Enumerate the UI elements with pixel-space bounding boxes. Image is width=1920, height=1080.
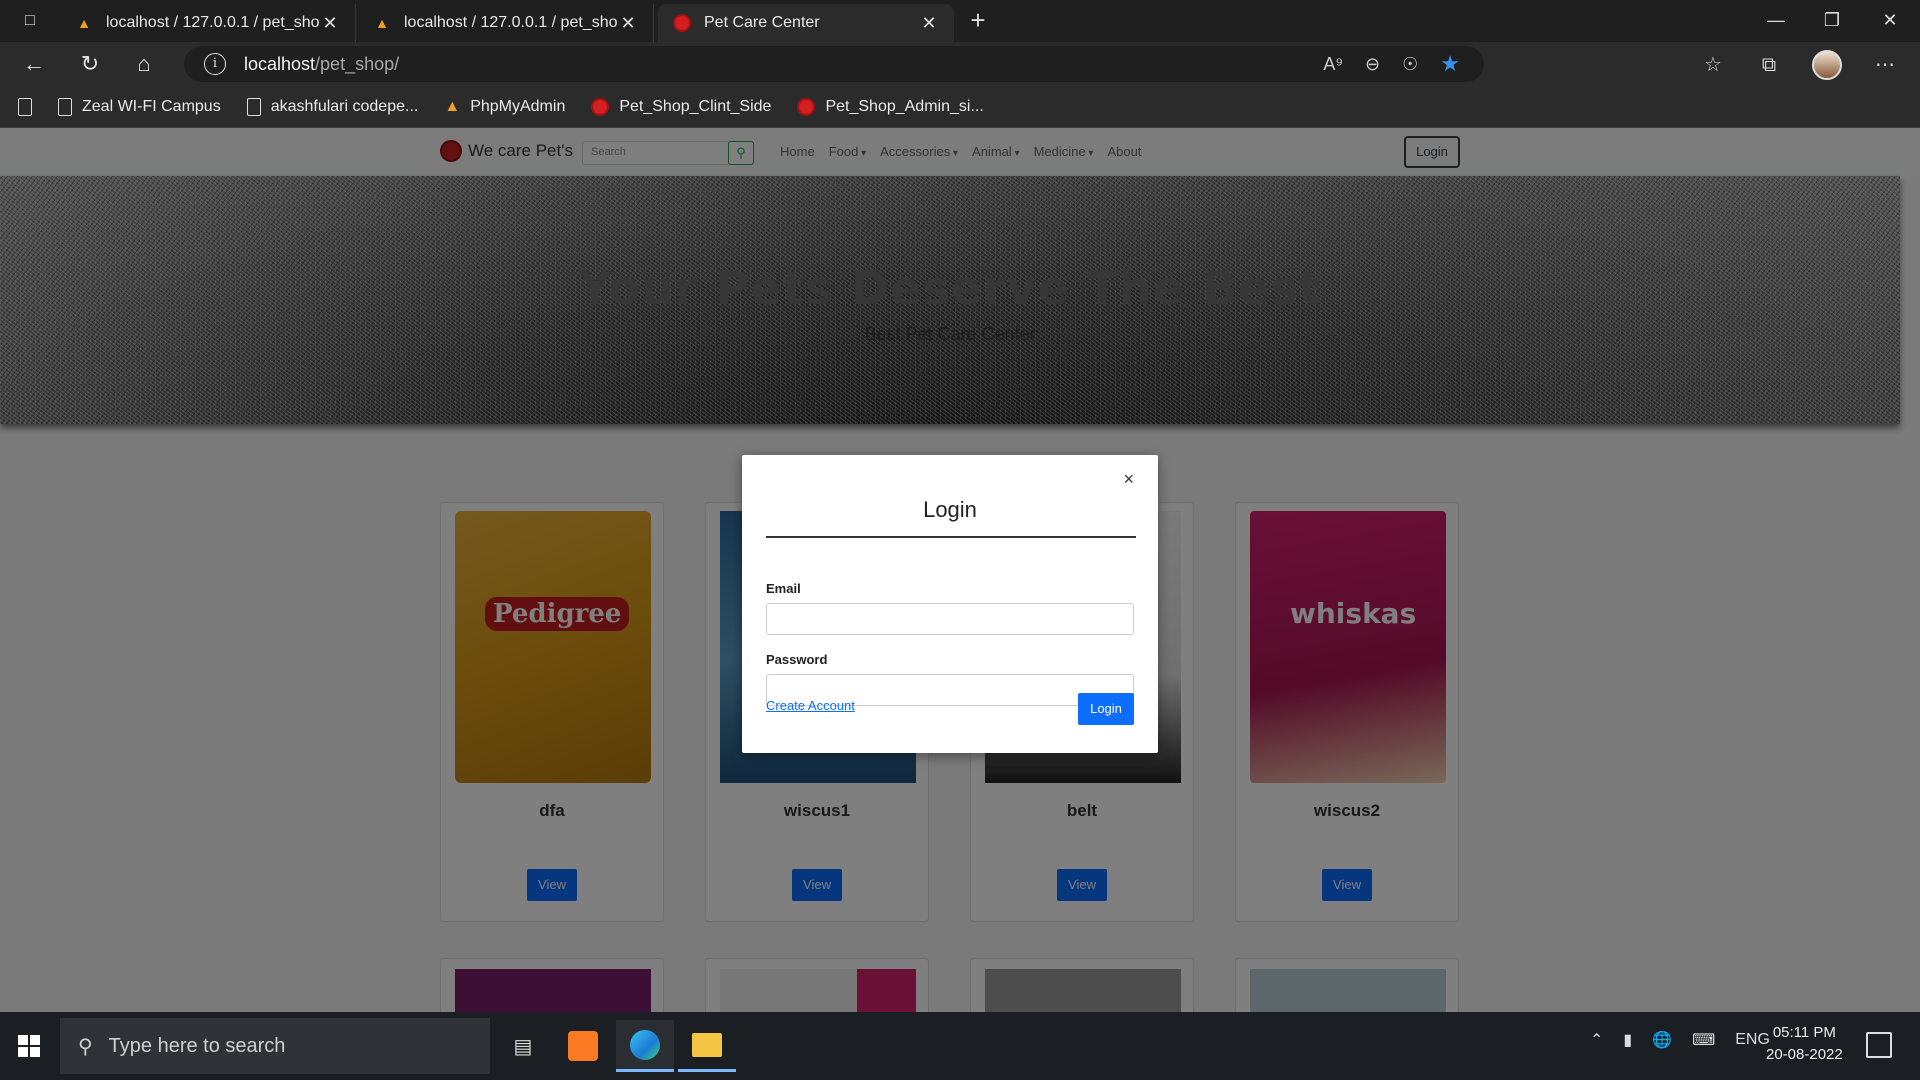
bookmark-item[interactable]: Zeal WI-FI Campus	[58, 97, 221, 116]
profile-avatar[interactable]	[1812, 50, 1842, 80]
windows-start-icon[interactable]	[10, 1024, 50, 1068]
bookmark-label: Zeal WI-FI Campus	[82, 97, 221, 115]
favorites-icon[interactable]: ☆	[1696, 50, 1730, 80]
system-tray: ⌃ ▮ 🌐 ⌨ ENG	[1590, 1030, 1770, 1050]
file-explorer-icon[interactable]	[678, 1020, 736, 1072]
keyboard-icon[interactable]: ⌨	[1692, 1030, 1715, 1050]
more-menu-icon[interactable]: ⋯	[1868, 50, 1902, 80]
battery-icon[interactable]: ▮	[1623, 1030, 1632, 1050]
bookmark-label: Pet_Shop_Clint_Side	[619, 97, 772, 115]
language-indicator[interactable]: ENG	[1735, 1031, 1770, 1049]
browser-tab-2[interactable]: ▲ localhost / 127.0.0.1 / pet_shop_ ✕	[358, 4, 654, 42]
site-info-icon[interactable]: i	[204, 53, 226, 75]
taskbar-search-placeholder: Type here to search	[108, 1034, 286, 1057]
bookmark-item[interactable]: akashfulari codepe...	[246, 97, 419, 116]
windows-taskbar: ⚲ Type here to search ▤ ⌃ ▮ 🌐 ⌨ ENG 05:1…	[0, 1012, 1920, 1080]
email-label: Email	[766, 581, 801, 596]
login-modal: × Login Email Password Create Account Lo…	[742, 455, 1158, 753]
restore-button[interactable]: ❐	[1804, 0, 1860, 40]
tracking-prevention-icon[interactable]: ☉	[1402, 54, 1418, 75]
home-icon[interactable]: ⌂	[126, 48, 162, 80]
bookmark-label: PhpMyAdmin	[470, 97, 566, 115]
new-tab-button[interactable]: +	[962, 6, 994, 36]
bookmarks-bar: Zeal WI-FI Campus akashfulari codepe... …	[0, 86, 1920, 128]
globe-network-icon[interactable]: 🌐	[1652, 1030, 1672, 1050]
bookmark-item[interactable]: Pet_Shop_Clint_Side	[591, 97, 772, 116]
tab-close-icon[interactable]: ✕	[617, 13, 639, 34]
pet-shop-icon	[797, 97, 816, 116]
login-submit-button[interactable]: Login	[1078, 693, 1134, 725]
tab-title: localhost / 127.0.0.1 / pet_shop_	[106, 14, 319, 31]
task-view-icon[interactable]: ▤	[494, 1020, 552, 1072]
create-account-link[interactable]: Create Account	[766, 698, 855, 713]
minimize-button[interactable]: —	[1748, 0, 1804, 40]
favorite-star-icon[interactable]: ★	[1440, 51, 1460, 77]
phpmyadmin-icon: ▲	[77, 15, 91, 31]
password-label: Password	[766, 652, 828, 667]
bookmark-label: Pet_Shop_Admin_si...	[825, 97, 984, 115]
bookmark-item[interactable]: Pet_Shop_Admin_si...	[797, 97, 984, 116]
browser-tab-3-active[interactable]: Pet Care Center ✕	[658, 4, 954, 42]
pet-shop-icon	[591, 97, 610, 116]
browser-tab-bar: □ ▲ localhost / 127.0.0.1 / pet_shop_ ✕ …	[0, 0, 1920, 42]
divider	[766, 536, 1136, 538]
phpmyadmin-icon: ▲	[444, 97, 461, 115]
url-host: localhost	[244, 53, 316, 74]
close-window-button[interactable]: ✕	[1862, 0, 1918, 40]
edge-browser-icon[interactable]	[616, 1020, 674, 1072]
tab-close-icon[interactable]: ✕	[319, 13, 341, 34]
address-bar[interactable]: i localhost /pet_shop/ A⁹ ⊖ ☉ ★	[184, 46, 1484, 82]
taskbar-clock[interactable]: 05:11 PM 20-08-2022	[1766, 1022, 1843, 1066]
phpmyadmin-icon: ▲	[375, 15, 389, 31]
browser-toolbar: ← ↻ ⌂ i localhost /pet_shop/ A⁹ ⊖ ☉ ★ ☆ …	[0, 42, 1920, 86]
clock-time: 05:11 PM	[1772, 1024, 1836, 1041]
email-field[interactable]	[766, 603, 1134, 635]
close-icon[interactable]: ×	[1123, 469, 1134, 490]
tab-close-icon[interactable]: ✕	[918, 13, 940, 34]
page-icon[interactable]	[18, 97, 32, 116]
browser-tab-1[interactable]: ▲ localhost / 127.0.0.1 / pet_shop_ ✕	[60, 4, 356, 42]
tab-actions-icon[interactable]: □	[14, 8, 46, 34]
xampp-icon[interactable]	[554, 1020, 612, 1072]
chevron-up-icon[interactable]: ⌃	[1590, 1030, 1603, 1050]
read-aloud-icon[interactable]: A⁹	[1323, 54, 1343, 75]
page-icon	[246, 97, 261, 116]
address-bar-actions: A⁹ ⊖ ☉ ★	[1323, 46, 1460, 82]
page-viewport: We care Pet's Search ⚲ Home Food Accesso…	[0, 128, 1920, 1012]
collections-icon[interactable]: ⧉	[1752, 50, 1786, 80]
notification-center-icon[interactable]	[1866, 1032, 1892, 1058]
pet-shop-icon	[672, 14, 692, 32]
search-icon: ⚲	[78, 1035, 93, 1058]
zoom-out-icon[interactable]: ⊖	[1365, 54, 1380, 75]
back-arrow-icon[interactable]: ←	[16, 48, 52, 80]
taskbar-search-input[interactable]: ⚲ Type here to search	[60, 1018, 490, 1074]
url-path: /pet_shop/	[315, 53, 400, 74]
page-icon	[58, 97, 72, 116]
clock-date: 20-08-2022	[1766, 1046, 1843, 1063]
bookmark-item[interactable]: ▲ PhpMyAdmin	[444, 98, 565, 116]
reload-icon[interactable]: ↻	[72, 48, 108, 80]
tab-title: Pet Care Center	[704, 14, 820, 31]
tab-title: localhost / 127.0.0.1 / pet_shop_	[404, 14, 617, 31]
bookmark-label: akashfulari codepe...	[270, 97, 419, 115]
modal-title: Login	[923, 497, 977, 522]
